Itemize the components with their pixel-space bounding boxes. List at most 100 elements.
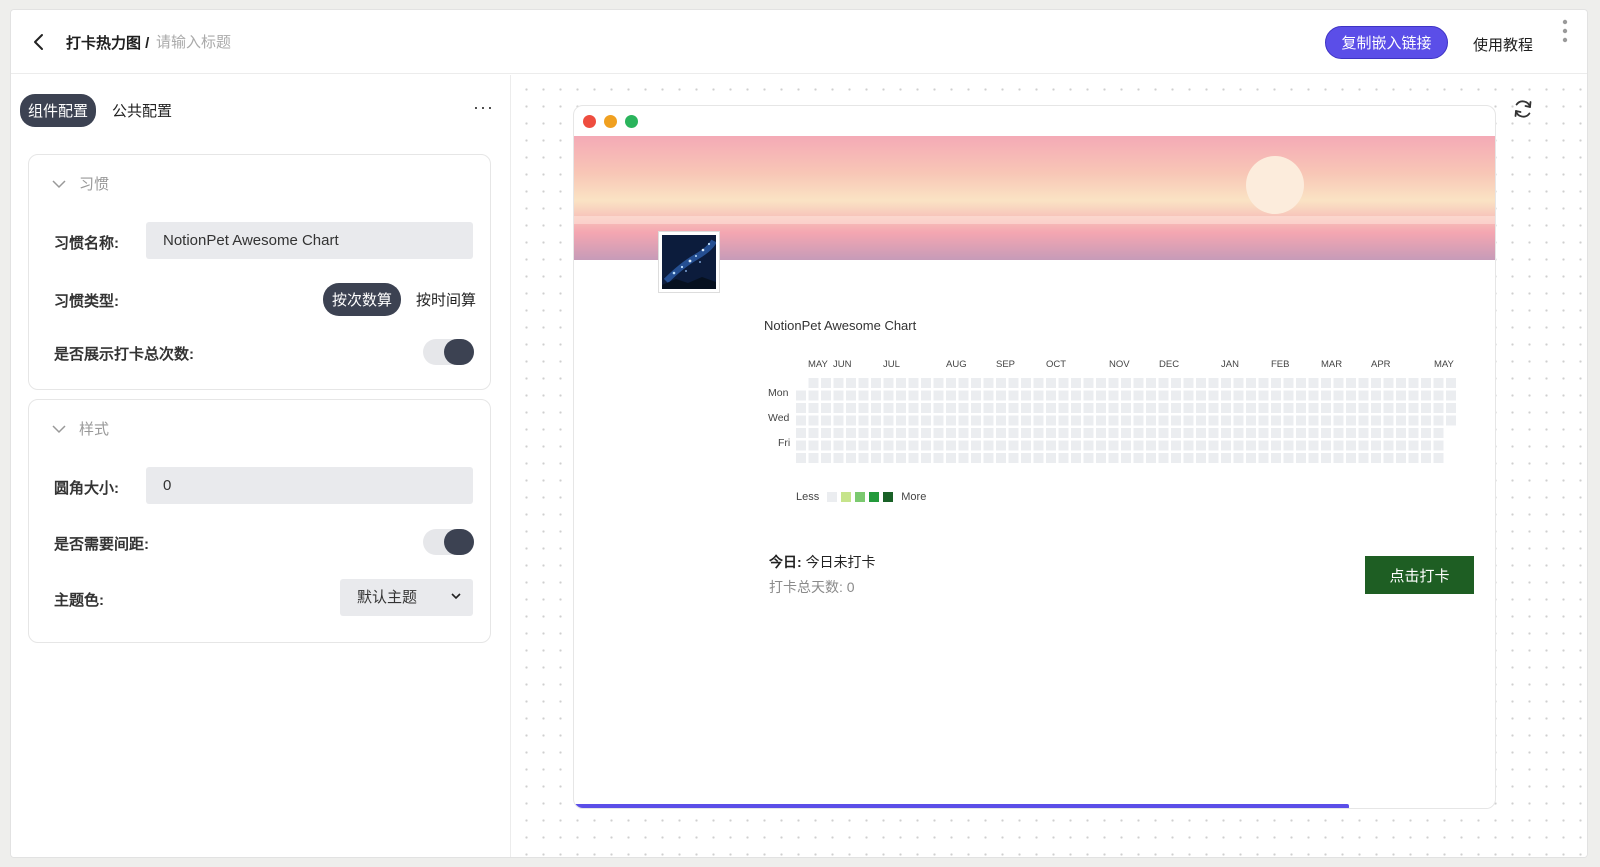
preview-canvas: NotionPet Awesome Chart MAY JUN JUL AUG … [512,75,1587,857]
heatmap-cell [1071,378,1081,388]
heatmap-cell [1158,428,1169,438]
heatmap-cell [1246,440,1256,451]
corner-radius-input[interactable] [146,467,473,504]
spacing-toggle[interactable] [423,529,474,555]
heatmap-cell [958,415,969,426]
heatmap-cell [1033,415,1044,426]
breadcrumb[interactable]: 打卡热力图 / [66,32,149,53]
heatmap-cell [858,440,869,451]
heatmap-cell [946,403,956,413]
heatmap-cell [1146,453,1156,463]
heatmap-cell [1096,403,1106,413]
heatmap-cell [1333,453,1344,463]
heatmap-cell [1346,415,1356,426]
heatmap-cell [1421,428,1431,438]
heatmap-cell [908,378,919,388]
tutorial-link[interactable]: 使用教程 [1473,34,1533,55]
heatmap-cell [1121,390,1131,401]
spacing-label: 是否需要间距: [54,536,149,553]
tab-component-config[interactable]: 组件配置 [20,94,97,127]
heatmap-cell [1246,415,1256,426]
heatmap-cell [1396,403,1406,413]
habit-section-header[interactable]: 习惯 [51,173,109,194]
heatmap-cell [1271,428,1281,438]
heatmap-cell [1321,453,1331,463]
heatmap-cell [1371,415,1381,426]
heatmap-cell [1171,403,1181,413]
heatmap-cell [1171,390,1181,401]
minimize-dot-icon [604,115,617,128]
show-total-toggle[interactable] [423,339,474,365]
heatmap-cell [908,453,919,463]
heatmap-cell [1046,428,1056,438]
heatmap-cell [983,378,994,388]
title-input[interactable] [156,29,356,55]
month-label: APR [1371,359,1391,370]
heatmap-cell [1308,428,1319,438]
heatmap-cell [1083,390,1094,401]
heatmap-cell [1446,378,1456,388]
scrollbar-handle[interactable] [1561,18,1569,44]
back-arrow-icon[interactable] [29,30,49,54]
style-section-header[interactable]: 样式 [51,418,109,439]
heatmap-cell [1221,415,1231,426]
month-label: DEC [1159,359,1180,370]
heatmap-cell [871,453,881,463]
heatmap-cell [958,428,969,438]
heatmap-cell [1096,440,1106,451]
habit-type-time-option[interactable]: 按时间算 [407,283,485,316]
heatmap-cell [1233,415,1244,426]
heatmap-cell [1133,415,1144,426]
heatmap-cell [846,403,856,413]
heatmap-cell [871,403,881,413]
heatmap-cell [1346,378,1356,388]
heatmap-cell [1058,415,1069,426]
heatmap-cell [1046,440,1056,451]
heatmap-cell [946,378,956,388]
heatmap-cell [1333,428,1344,438]
copy-embed-link-button[interactable]: 复制嵌入链接 [1325,26,1448,59]
heatmap-cell [933,390,944,401]
heatmap-legend: Less More [796,491,926,503]
heatmap-cell [1308,403,1319,413]
theme-color-select[interactable]: 默认主题 [340,579,473,616]
heatmap-cell [1371,453,1381,463]
more-options-icon[interactable]: ··· [473,97,494,118]
config-panel: 组件配置 公共配置 ··· 习惯 习惯名称: 习惯类型: 按次数算 按时间算 是… [11,75,511,857]
heatmap-cell [1158,378,1169,388]
heatmap-cell [1408,403,1419,413]
heatmap-cell [1133,390,1144,401]
heatmap-cell [796,453,806,463]
heatmap-cell [1133,440,1144,451]
heatmap-cell [1421,440,1431,451]
heatmap-cell [1396,453,1406,463]
heatmap-cell [1408,390,1419,401]
heatmap-cell [1008,403,1019,413]
heatmap-cell [1033,440,1044,451]
habit-name-input[interactable] [146,222,473,259]
heatmap-cell [983,415,994,426]
heatmap-cell [946,440,956,451]
app-window: 打卡热力图 / 复制嵌入链接 使用教程 组件配置 公共配置 ··· 习惯 习惯名… [10,9,1588,858]
heatmap-cell [996,415,1006,426]
config-tabs: 组件配置 公共配置 [20,94,180,127]
tab-public-config[interactable]: 公共配置 [104,94,180,127]
heatmap-cell [1283,390,1294,401]
month-label: FEB [1271,359,1290,370]
heatmap-cell [1308,453,1319,463]
heatmap-cell [1333,378,1344,388]
habit-type-count-option[interactable]: 按次数算 [323,283,402,316]
heatmap-cell [871,440,881,451]
check-in-button[interactable]: 点击打卡 [1365,556,1474,594]
heatmap-cell [1271,440,1281,451]
heatmap-cell [1308,440,1319,451]
heatmap-cell [1208,403,1219,413]
heatmap-cell [996,390,1006,401]
heatmap-cell [1071,403,1081,413]
heatmap-cell [1433,390,1444,401]
heatmap-cell [933,453,944,463]
heatmap-cell [1183,440,1194,451]
heatmap-cell [896,415,906,426]
heatmap-cell [1258,428,1269,438]
refresh-icon[interactable] [1512,98,1534,120]
